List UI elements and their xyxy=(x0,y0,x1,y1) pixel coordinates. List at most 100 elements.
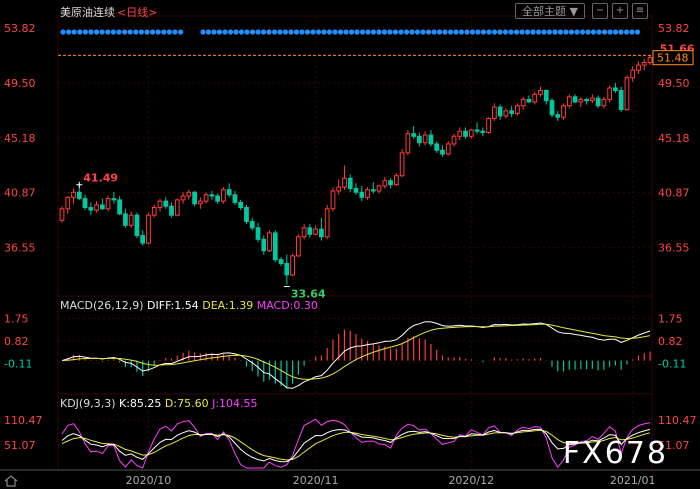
plus-icon[interactable]: + xyxy=(612,3,628,19)
candle-body xyxy=(411,133,417,137)
candle-body xyxy=(584,98,589,102)
candle-body xyxy=(319,228,324,238)
price-tick-label-right: 49.50 xyxy=(658,77,690,90)
candle-body xyxy=(76,191,82,200)
axis-labels: 53.82 53.82 49.50 49.50 45.18 45.18 40.87 40.87… xyxy=(4,22,697,487)
candle-body xyxy=(549,100,555,116)
strip-dot xyxy=(238,29,245,35)
watermark: FX678 xyxy=(562,436,668,471)
candle-body xyxy=(555,114,561,118)
candle-body xyxy=(88,207,94,211)
strip-dot xyxy=(436,29,443,35)
candle-body xyxy=(601,98,607,107)
candle-body xyxy=(405,133,411,154)
strip-dot xyxy=(381,29,388,35)
kdj-tick-label-right: 110.47 xyxy=(658,414,697,427)
candle-body xyxy=(365,189,370,198)
date-tick-label: 2020/11 xyxy=(293,474,339,487)
minus-icon[interactable]: − xyxy=(592,3,608,19)
price-tick-label-right: 45.18 xyxy=(658,132,690,145)
strip-dot xyxy=(414,29,421,35)
candle-body xyxy=(417,135,422,144)
strip-dot xyxy=(420,29,426,35)
strip-dot xyxy=(122,29,128,35)
strip-dot xyxy=(387,29,393,35)
candle-body xyxy=(624,77,630,111)
kdj-legend: KDJ(9,3,3) K:85.25 D:75.60 J:104.55 xyxy=(60,397,258,410)
candle-body xyxy=(491,106,497,119)
strip-dot xyxy=(304,29,311,35)
strip-dot xyxy=(82,29,88,35)
macd-legend: MACD(26,12,9) DIFF:1.54 DEA:1.39 MACD:0.… xyxy=(60,299,318,312)
candle-body xyxy=(255,227,261,240)
strip-dot xyxy=(392,29,399,35)
candle-body xyxy=(336,186,342,192)
candle-body xyxy=(445,143,451,155)
strip-dot xyxy=(563,29,569,35)
theme-selector-button[interactable]: 全部主题 ▼ xyxy=(515,3,585,19)
top-dot-strip xyxy=(60,29,641,35)
candle-body xyxy=(301,227,307,238)
candle-body xyxy=(209,194,215,197)
chart-canvas: 53.82 53.82 49.50 49.50 45.18 45.18 40.87 40.87… xyxy=(0,15,700,487)
candle-body xyxy=(163,200,169,207)
period-label[interactable]: <日线> xyxy=(117,6,157,19)
kdj-tick-label-left: 51.07 xyxy=(4,439,36,452)
price-tick-label-left: 53.82 xyxy=(4,22,36,35)
strip-dot xyxy=(66,29,72,35)
strip-dot xyxy=(585,29,591,35)
candle-body xyxy=(249,221,255,229)
price-tick-label-right: 36.55 xyxy=(658,242,690,255)
strip-dot xyxy=(172,29,178,35)
strip-dot xyxy=(365,29,371,35)
strip-dot xyxy=(105,29,111,35)
strip-dot xyxy=(216,29,223,35)
strip-dot xyxy=(535,29,542,35)
candlestick-series xyxy=(59,55,653,285)
macd-tick-label-right: 0.82 xyxy=(658,335,683,348)
settings-icon[interactable]: ≡ xyxy=(632,3,648,19)
candle-body xyxy=(330,190,336,210)
candle-body xyxy=(572,96,578,103)
strip-dot xyxy=(425,29,432,35)
candle-body xyxy=(370,189,376,192)
strip-dot xyxy=(244,29,250,35)
candle-body xyxy=(647,57,653,64)
strip-dot xyxy=(110,29,116,35)
strip-dot xyxy=(552,29,558,35)
candle-body xyxy=(221,189,226,202)
kdj-j-line xyxy=(61,418,651,469)
candle-body xyxy=(342,177,347,188)
home-icon[interactable] xyxy=(4,475,18,487)
strip-dot xyxy=(255,29,261,35)
candle-body xyxy=(607,87,613,100)
strip-dot xyxy=(524,29,531,35)
candle-body xyxy=(520,98,526,107)
candle-body xyxy=(480,130,486,133)
strip-dot xyxy=(519,29,525,35)
strip-dot xyxy=(618,29,624,35)
macd-tick-label-left: 1.75 xyxy=(4,312,29,325)
strip-dot xyxy=(249,29,256,35)
candle-body xyxy=(65,196,71,210)
candle-body xyxy=(244,207,249,223)
candle-body xyxy=(324,208,330,238)
candle-body xyxy=(393,175,399,186)
strip-dot xyxy=(480,29,487,35)
panel-border xyxy=(57,15,653,297)
strip-dot xyxy=(271,29,278,35)
candle-body xyxy=(434,143,440,151)
strip-dot xyxy=(629,29,635,35)
strip-dot xyxy=(293,29,300,35)
price-tick-label-left: 45.18 xyxy=(4,132,36,145)
candle-body xyxy=(503,110,509,117)
strip-dot xyxy=(277,29,283,35)
macd-name: MACD(26,12,9) xyxy=(60,299,144,312)
macd-panel xyxy=(61,321,651,389)
candle-body xyxy=(509,110,515,114)
strip-dot xyxy=(310,29,316,35)
candle-body xyxy=(561,105,566,118)
strip-dot xyxy=(155,29,161,35)
strip-dot xyxy=(282,29,289,35)
strip-dot xyxy=(359,29,366,35)
